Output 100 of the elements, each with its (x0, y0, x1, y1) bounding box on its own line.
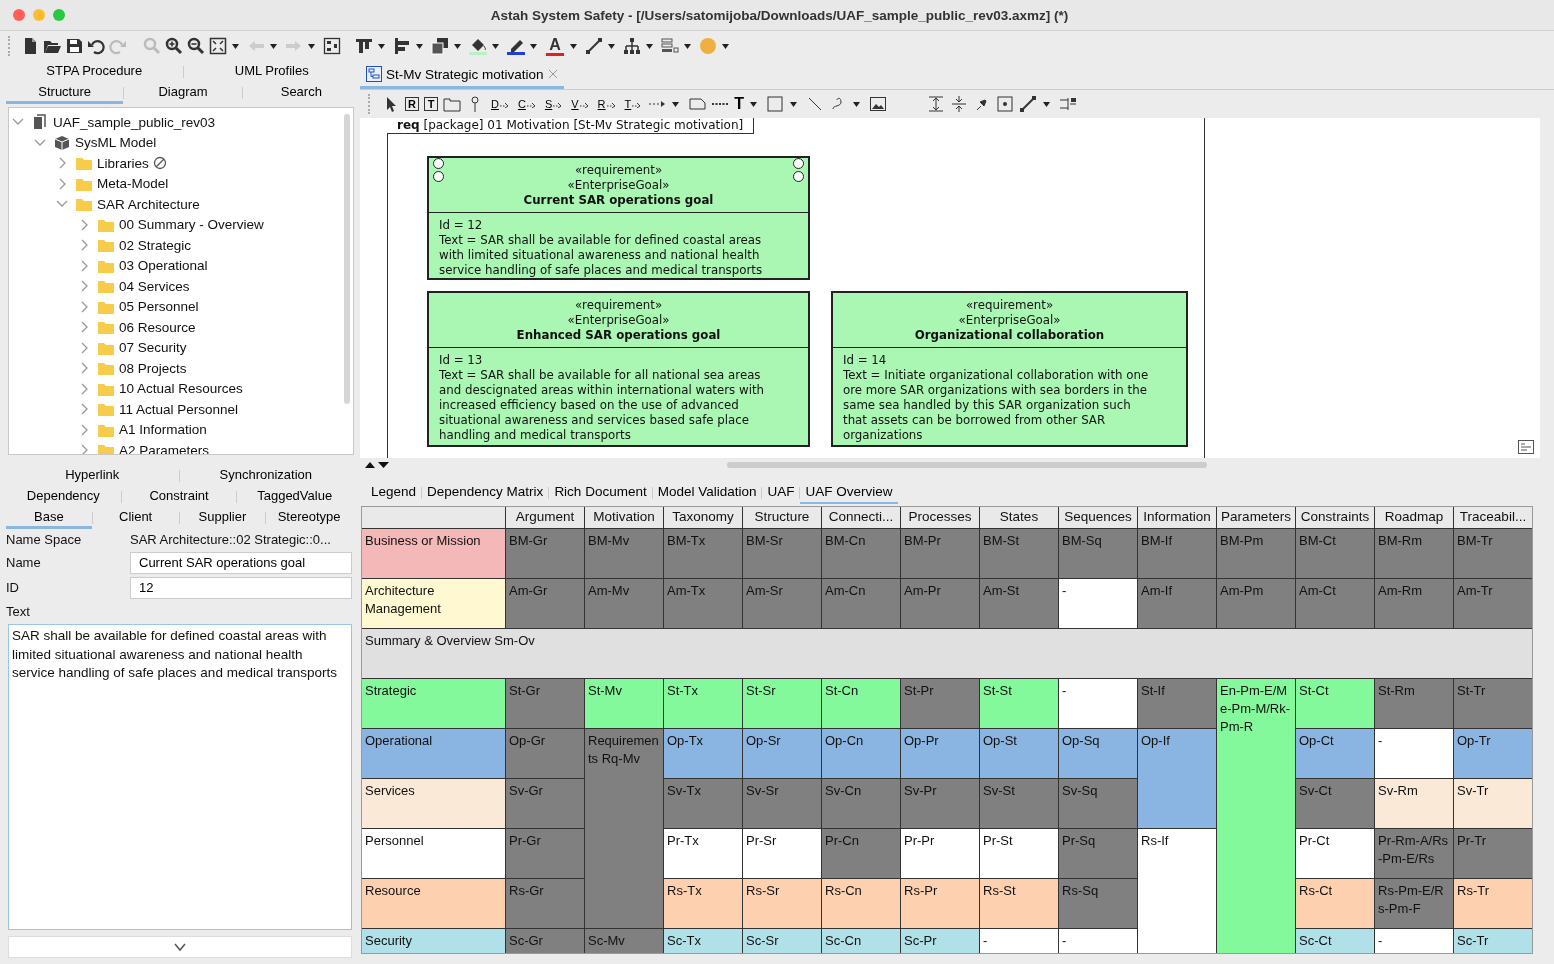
align-icon[interactable] (1059, 95, 1078, 113)
matrix-cell[interactable]: Rs-St (980, 879, 1058, 928)
matrix-cell[interactable]: St-Cn (822, 679, 900, 728)
matrix-cell[interactable]: St-Sr (743, 679, 821, 728)
matrix-cell[interactable]: Rs-Pr (901, 879, 979, 928)
tree-item[interactable]: 06 Resource (119, 319, 196, 335)
matrix-cell[interactable]: Rs-Sq (1059, 879, 1137, 928)
tree-item[interactable]: 07 Security (119, 340, 187, 356)
matrix-cell[interactable]: Op-Tr (1454, 729, 1532, 778)
tree-item[interactable]: A2 Parameters (119, 442, 210, 454)
tree-item[interactable]: 02 Strategic (119, 237, 192, 253)
fit-screen-icon[interactable] (209, 37, 227, 55)
matrix-cell[interactable]: St-Rm (1375, 679, 1453, 728)
matrix-cell[interactable]: Am-Rm (1375, 579, 1453, 628)
matrix-cell[interactable]: BM-St (980, 529, 1058, 578)
line-icon[interactable] (585, 37, 603, 55)
matrix-cell[interactable]: Am-Pm (1217, 579, 1295, 628)
property-tab[interactable]: Hyperlink (6, 464, 179, 487)
matrix-cell[interactable]: Op-Ct (1296, 729, 1374, 778)
package-icon[interactable] (443, 95, 461, 113)
view-tab[interactable]: UAF Overview (800, 482, 898, 504)
relation-tool[interactable]: D (489, 98, 511, 110)
save-icon[interactable] (65, 37, 83, 55)
matrix-cell[interactable]: Pr-Gr (506, 829, 584, 878)
selection-handle[interactable] (433, 171, 444, 182)
matrix-cell[interactable]: Sv-Cn (822, 779, 900, 828)
caret-icon[interactable] (270, 43, 277, 49)
relation-tool[interactable]: V (569, 98, 591, 110)
matrix-cell[interactable]: Sc-Tr (1454, 929, 1532, 953)
matrix-cell[interactable]: Sv-Rm (1375, 779, 1453, 828)
caret-icon[interactable] (684, 43, 691, 49)
matrix-cell[interactable]: BM-Ct (1296, 529, 1374, 578)
matrix-cell[interactable]: Sc-Cn (822, 929, 900, 953)
project-icon[interactable] (31, 113, 49, 132)
view-tab[interactable]: UAF (762, 482, 800, 504)
cube-icon[interactable] (53, 133, 71, 152)
caret-icon[interactable] (722, 43, 729, 49)
matrix-cell[interactable]: Am-Sr (743, 579, 821, 628)
matrix-cell[interactable]: Am-Ct (1296, 579, 1374, 628)
relation-tool[interactable]: T (622, 98, 644, 110)
matrix-cell[interactable]: Pr-St (980, 829, 1058, 878)
center-point-icon[interactable] (996, 95, 1015, 113)
matrix-cell[interactable]: St-Pr (901, 679, 979, 728)
matrix-cell[interactable]: Pr-Rm-A/Rs-Pm-E/Rs (1375, 829, 1453, 878)
tree-item[interactable]: Meta-Model (97, 176, 169, 192)
tree-item[interactable]: A1 Information (119, 422, 207, 438)
align-top-icon[interactable] (355, 37, 373, 55)
matrix-cell[interactable]: Am-Mv (585, 579, 663, 628)
matrix-cell[interactable]: Pr-Pr (901, 829, 979, 878)
caret-icon[interactable] (530, 43, 537, 49)
matrix-cell[interactable]: Rs-Tr (1454, 879, 1532, 928)
vertical-spacing-icon[interactable] (927, 95, 946, 113)
matrix-cell[interactable]: Am-Pr (901, 579, 979, 628)
property-tab[interactable]: Constraint (121, 485, 237, 508)
font-color-button[interactable]: A (545, 36, 565, 56)
matrix-cell[interactable]: Sc-Sr (743, 929, 821, 953)
tree-item[interactable]: 08 Projects (119, 360, 187, 376)
matrix-cell[interactable]: Am-St (980, 579, 1058, 628)
caret-icon[interactable] (646, 43, 653, 49)
property-tab[interactable]: TaggedValue (237, 485, 352, 508)
caret-icon[interactable] (1043, 101, 1051, 107)
image-icon[interactable] (869, 95, 888, 113)
matrix-cell[interactable]: Op-Cn (822, 729, 900, 778)
matrix-cell[interactable]: Sv-Tr (1454, 779, 1532, 828)
matrix-cell[interactable]: Rs-If (1138, 829, 1216, 953)
rectangle-icon[interactable] (766, 95, 785, 113)
align-left-icon[interactable] (393, 37, 411, 55)
requirement-block[interactable] (831, 291, 1188, 447)
matrix-cell[interactable]: En-Pm-E/Me-Pm-M/Rk-Pm-R (1217, 679, 1295, 953)
matrix-cell[interactable]: Op-Tx (664, 729, 742, 778)
panel-tab[interactable]: UML Profiles (183, 61, 360, 83)
name-field[interactable]: Current SAR operations goal (130, 551, 352, 574)
property-tab[interactable]: Stereotype (266, 506, 352, 529)
matrix-cell[interactable]: - (1059, 579, 1137, 628)
panel-tab[interactable]: STPA Procedure (6, 61, 183, 83)
matrix-cell[interactable]: St-Tx (664, 679, 742, 728)
connector-icon[interactable] (1019, 95, 1038, 113)
matrix-cell[interactable]: Sv-Gr (506, 779, 584, 828)
pen-icon[interactable] (507, 37, 525, 55)
matrix-cell[interactable]: BM-Cn (822, 529, 900, 578)
matrix-cell[interactable]: Rs-Gr (506, 879, 584, 928)
matrix-cell[interactable]: Sv-St (980, 779, 1058, 828)
text-area[interactable]: SAR shall be available for defined coastal areas with limited situational awareness and national health service handling of safe places and medical transports (8, 624, 352, 930)
matrix-cell[interactable]: - (1375, 729, 1453, 778)
matrix-cell[interactable]: BM-Sr (743, 529, 821, 578)
caret-icon[interactable] (308, 43, 315, 49)
selection-handle[interactable] (793, 171, 804, 182)
panel-tab[interactable]: Search (242, 81, 360, 104)
tree-item[interactable]: 00 Summary - Overview (119, 217, 264, 233)
matrix-cell[interactable]: Sc-Pr (901, 929, 979, 953)
relation-tool[interactable]: C (515, 98, 538, 110)
caret-icon[interactable] (750, 101, 758, 107)
tree-item[interactable]: SAR Architecture (97, 196, 200, 212)
layout-icon[interactable] (323, 37, 341, 55)
matrix-cell[interactable]: Op-Sr (743, 729, 821, 778)
property-tab[interactable]: Client (92, 506, 179, 529)
property-tab[interactable]: Dependency (6, 485, 121, 508)
view-tab[interactable]: Dependency Matrix (422, 482, 549, 504)
matrix-cell[interactable]: Sv-Tx (664, 779, 742, 828)
caret-icon[interactable] (790, 101, 798, 107)
